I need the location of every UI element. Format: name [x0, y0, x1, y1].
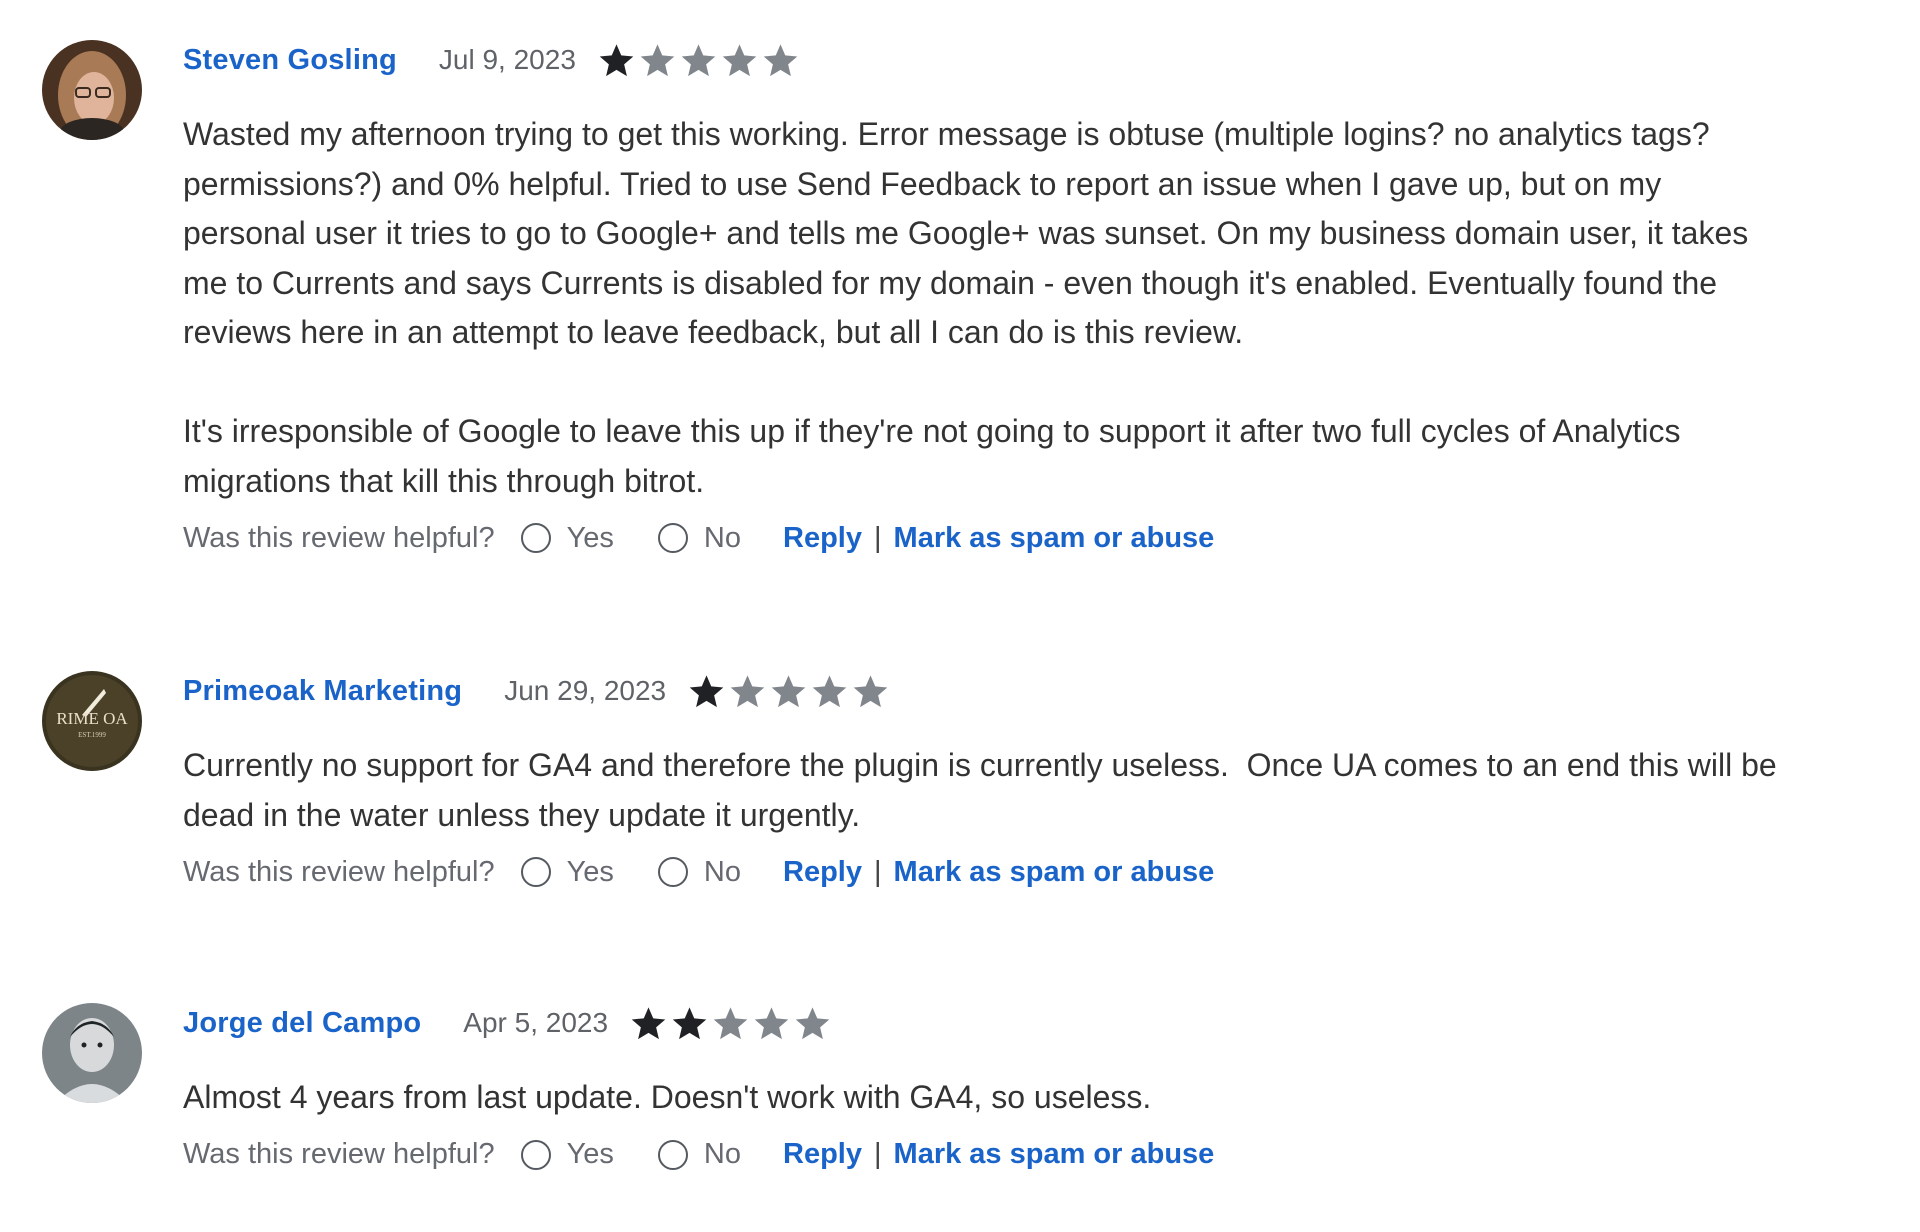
- helpful-no-radio[interactable]: [657, 523, 688, 553]
- helpful-no-option[interactable]: No: [657, 855, 741, 889]
- star-filled-icon: [630, 1005, 667, 1042]
- review-date: Apr 5, 2023: [463, 1007, 609, 1038]
- avatar[interactable]: RIME OA EST.1999: [42, 671, 142, 771]
- link-separator: |: [873, 855, 882, 888]
- helpful-no-label: No: [703, 1138, 741, 1170]
- reply-link[interactable]: Reply: [783, 856, 862, 889]
- helpful-no-option[interactable]: No: [657, 521, 741, 555]
- avatar-brand-subtext: EST.1999: [78, 731, 106, 739]
- author-name[interactable]: Steven Gosling: [183, 44, 397, 77]
- link-separator: |: [873, 1138, 882, 1170]
- author-name[interactable]: Primeoak Marketing: [183, 675, 462, 708]
- review-text: Wasted my afternoon trying to get this w…: [183, 116, 1749, 499]
- star-empty-icon: [852, 673, 889, 710]
- star-empty-icon: [721, 42, 758, 79]
- star-filled-icon: [598, 42, 635, 79]
- helpful-question: Was this review helpful?: [183, 855, 495, 888]
- helpful-yes-option[interactable]: Yes: [520, 521, 614, 555]
- helpful-yes-label: Yes: [566, 855, 614, 888]
- star-empty-icon: [639, 42, 676, 79]
- link-separator: |: [873, 521, 882, 554]
- helpful-yes-radio[interactable]: [520, 1139, 551, 1170]
- helpful-yes-label: Yes: [566, 521, 614, 554]
- star-rating: [630, 1005, 831, 1042]
- mark-spam-link[interactable]: Mark as spam or abuse: [894, 522, 1215, 555]
- helpful-yes-label: Yes: [566, 1138, 614, 1170]
- review-text: Currently no support for GA4 and therefo…: [183, 747, 1786, 833]
- helpful-no-radio[interactable]: [657, 1139, 688, 1170]
- star-empty-icon: [712, 1005, 749, 1042]
- review-content: Steven Gosling Jul 9, 2023 Wasted my aft…: [183, 40, 1783, 558]
- review-header: Primeoak Marketing Jun 29, 2023: [183, 671, 1783, 711]
- star-empty-icon: [753, 1005, 790, 1042]
- star-empty-icon: [680, 42, 717, 79]
- star-empty-icon: [729, 673, 766, 710]
- review-date: Jul 9, 2023: [438, 44, 576, 75]
- avatar[interactable]: [42, 1003, 142, 1103]
- review-header: Jorge del Campo Apr 5, 2023: [183, 1003, 1783, 1043]
- star-empty-icon: [794, 1005, 831, 1042]
- reply-link[interactable]: Reply: [783, 522, 862, 555]
- review-header: Steven Gosling Jul 9, 2023: [183, 40, 1783, 80]
- helpful-yes-option[interactable]: Yes: [520, 855, 614, 889]
- reply-link[interactable]: Reply: [783, 1138, 862, 1171]
- helpful-yes-radio[interactable]: [520, 523, 551, 553]
- star-empty-icon: [770, 673, 807, 710]
- star-empty-icon: [811, 673, 848, 710]
- star-rating: [688, 673, 889, 710]
- helpful-question: Was this review helpful?: [183, 1138, 495, 1170]
- review-content: Jorge del Campo Apr 5, 2023 Almost 4 yea…: [183, 1003, 1783, 1175]
- helpful-no-label: No: [703, 855, 741, 888]
- helpful-yes-option[interactable]: Yes: [520, 1138, 614, 1171]
- review-text: Almost 4 years from last update. Doesn't…: [183, 1079, 1152, 1115]
- review-footer: Was this review helpful? Yes No Reply | …: [183, 518, 1783, 558]
- avatar-brand-text: RIME OA: [56, 709, 128, 728]
- author-name[interactable]: Jorge del Campo: [183, 1007, 421, 1040]
- mark-spam-link[interactable]: Mark as spam or abuse: [894, 1138, 1215, 1171]
- review-date: Jun 29, 2023: [504, 675, 667, 706]
- star-empty-icon: [762, 42, 799, 79]
- helpful-no-option[interactable]: No: [657, 1138, 741, 1171]
- star-filled-icon: [671, 1005, 708, 1042]
- review-content: Primeoak Marketing Jun 29, 2023 Currentl…: [183, 671, 1783, 892]
- avatar[interactable]: [42, 40, 142, 140]
- review-footer: Was this review helpful? Yes No Reply | …: [183, 852, 1783, 892]
- star-filled-icon: [688, 673, 725, 710]
- helpful-question: Was this review helpful?: [183, 521, 495, 554]
- helpful-no-label: No: [703, 521, 741, 554]
- helpful-no-radio[interactable]: [657, 857, 688, 887]
- mark-spam-link[interactable]: Mark as spam or abuse: [894, 856, 1215, 889]
- review-footer: Was this review helpful? Yes No Reply | …: [183, 1135, 1783, 1175]
- helpful-yes-radio[interactable]: [520, 857, 551, 887]
- star-rating: [598, 42, 799, 79]
